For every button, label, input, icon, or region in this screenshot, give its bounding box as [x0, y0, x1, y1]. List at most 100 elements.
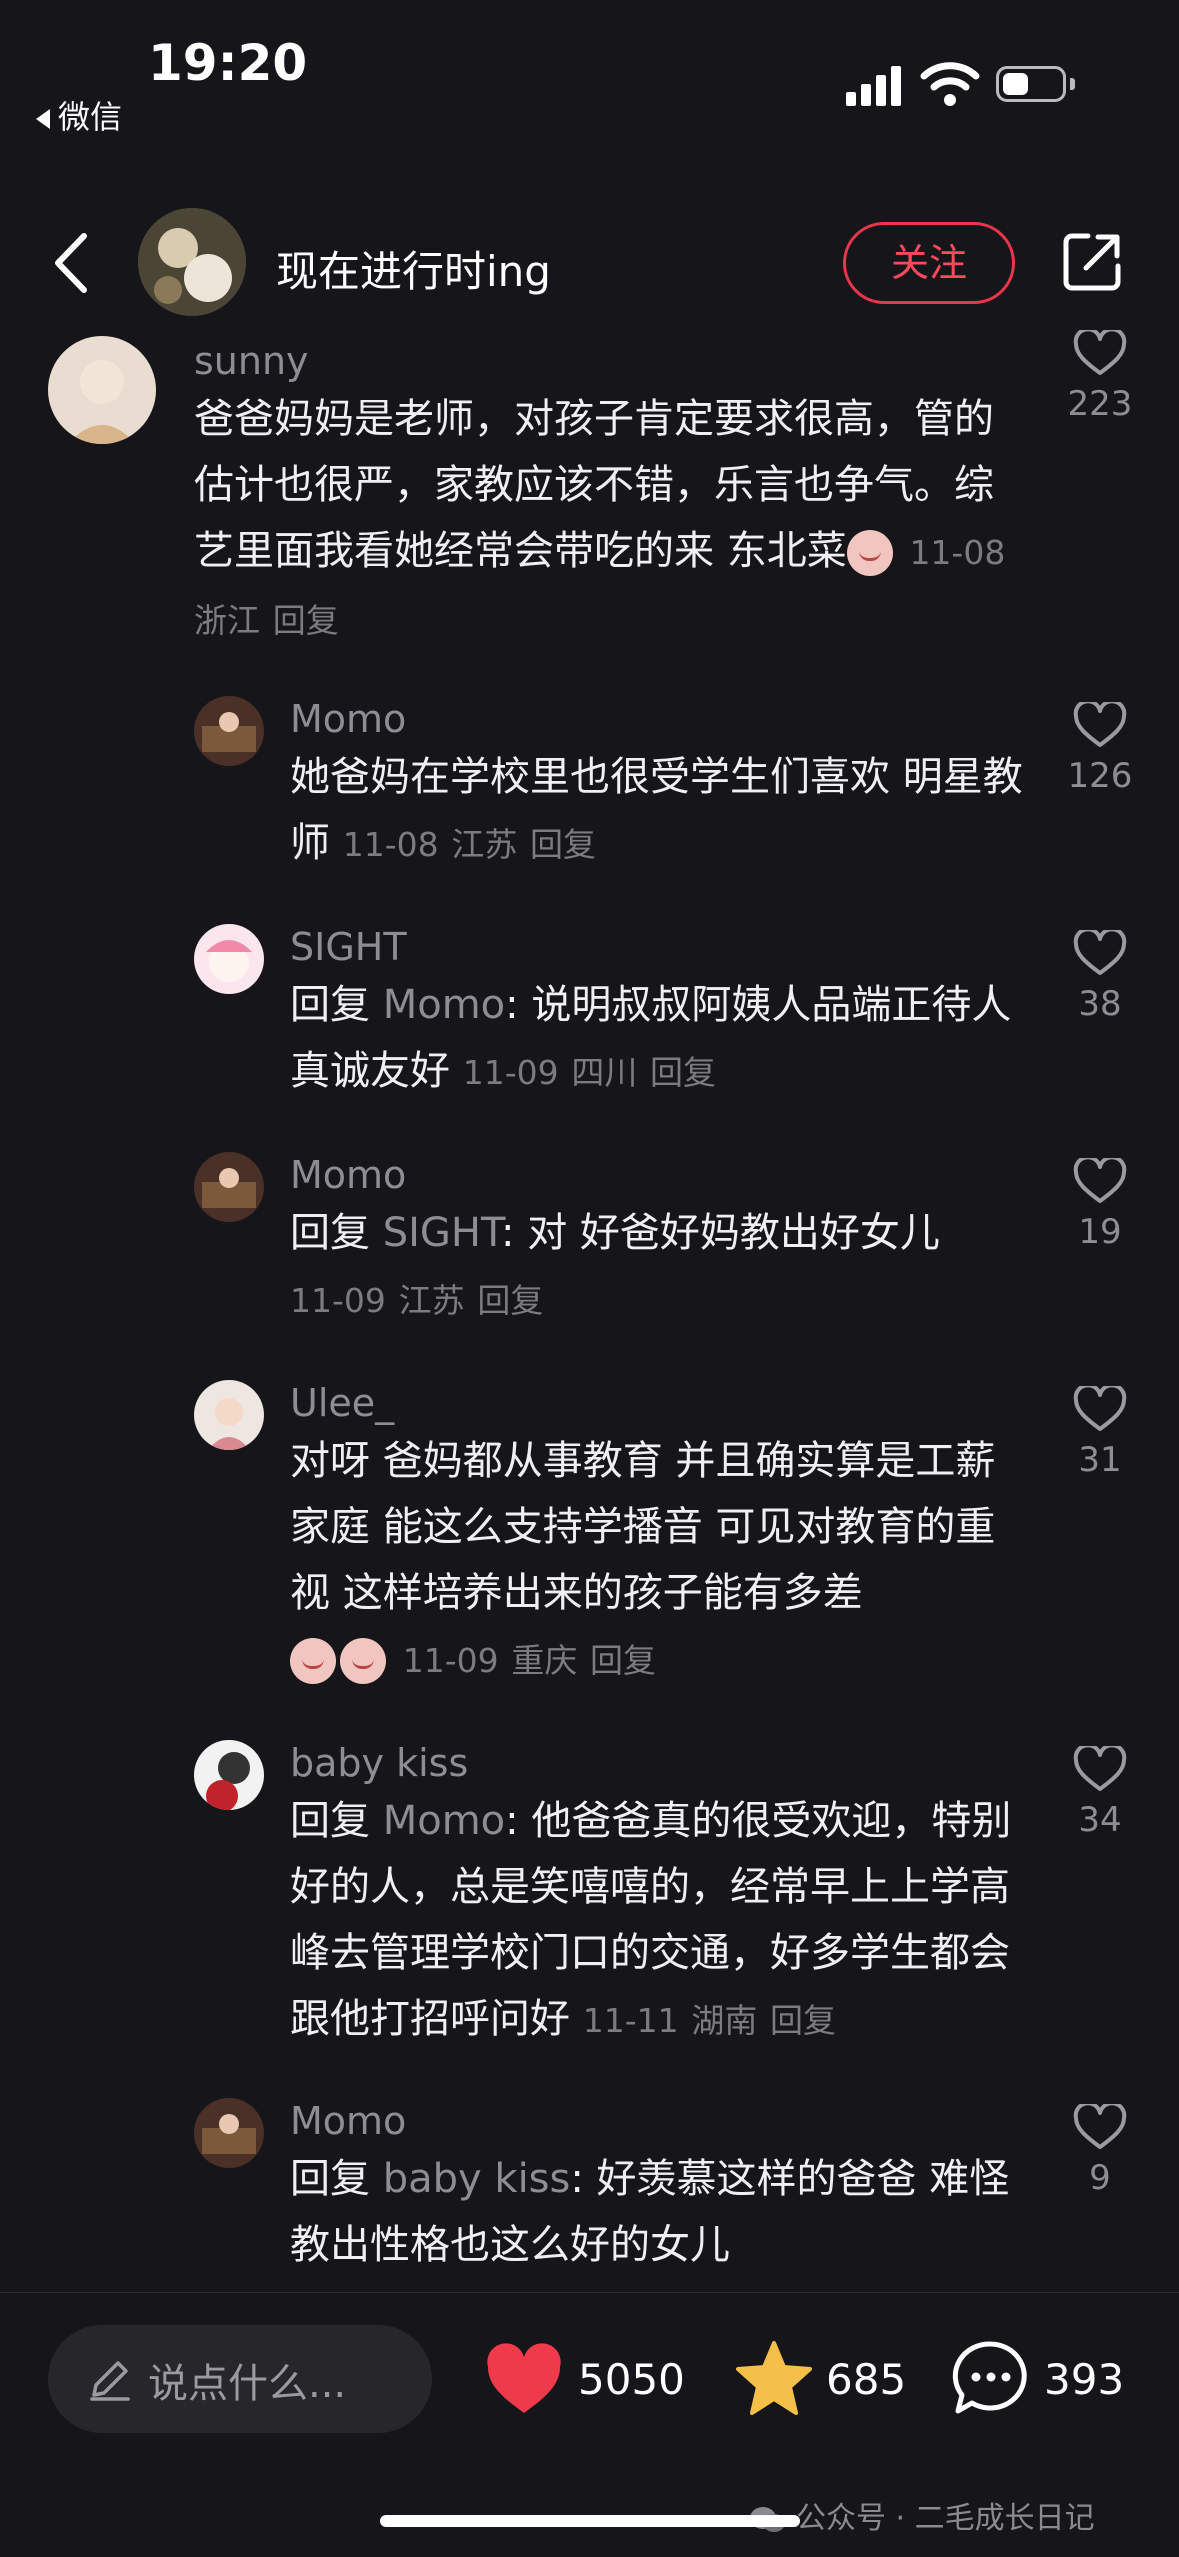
reply-link[interactable]: 回复	[650, 1053, 716, 1092]
comment-location: 江苏	[451, 825, 518, 864]
avatar-image	[194, 2098, 264, 2168]
battery-level	[1003, 73, 1028, 95]
like-post-button[interactable]: 5050	[484, 2331, 704, 2427]
back-app-label: 微信	[58, 98, 123, 136]
comment-username[interactable]: Ulee_	[290, 1378, 1030, 1428]
reply-link[interactable]: 回复	[477, 1281, 543, 1320]
avatar-image	[194, 696, 264, 766]
comment-input[interactable]: 说点什么...	[48, 2325, 432, 2433]
like-button[interactable]: 31	[1060, 1383, 1140, 1480]
comment-body: Momo 回复 SIGHT: 对 好爸好妈教出好女儿 11-09 江苏 回复	[290, 1150, 1030, 1334]
comment-username[interactable]: Momo	[290, 2096, 1030, 2146]
status-time: 19:20	[148, 34, 308, 92]
like-count: 9	[1089, 2158, 1111, 2198]
reply-link[interactable]: 回复	[590, 1641, 656, 1680]
wifi-icon	[920, 62, 980, 106]
comment-date: 11-09	[462, 1053, 559, 1092]
commenter-avatar[interactable]	[194, 924, 264, 994]
home-indicator[interactable]	[380, 2515, 800, 2527]
comment-username[interactable]: baby kiss	[290, 1738, 1030, 1788]
star-filled-icon	[736, 2341, 812, 2415]
favorite-button[interactable]: 685	[734, 2331, 914, 2427]
battery-nub	[1070, 78, 1075, 90]
emoji-icon	[846, 530, 893, 576]
comment-body: sunny 爸爸妈妈是老师，对孩子肯定要求很高，管的估计也很严，家教应该不错，乐…	[194, 336, 1014, 654]
comment-text: 回复 Momo: 他爸爸真的很受欢迎，特别好的人，总是笑嘻嘻的，经常早上上学高峰…	[290, 1788, 1030, 2054]
like-count: 223	[1067, 384, 1133, 424]
comment-body: Momo 回复 baby kiss: 好羡慕这样的爸爸 难怪教出性格也这么好的女…	[290, 2096, 1030, 2278]
cellular-signal-icon	[846, 62, 906, 106]
comment-date: 11-08	[342, 825, 439, 864]
commenter-avatar[interactable]	[194, 1740, 264, 1810]
comment-location: 四川	[571, 1053, 638, 1092]
commenter-avatar[interactable]	[194, 696, 264, 766]
follow-button[interactable]: 关注	[843, 222, 1015, 304]
comment-text: 她爸妈在学校里也很受学生们喜欢 明星教师 11-08 江苏 回复	[290, 744, 1030, 878]
crying-emoji-icon	[340, 1638, 386, 1684]
reply-link[interactable]: 回复	[530, 825, 596, 864]
comment-username[interactable]: Momo	[290, 694, 1030, 744]
like-count: 19	[1078, 1212, 1122, 1252]
avatar-image	[194, 924, 264, 994]
comment-username[interactable]: sunny	[194, 336, 1014, 386]
comment-location: 江苏	[398, 1281, 465, 1320]
comment-date: 11-11	[582, 2001, 679, 2040]
like-button[interactable]: 38	[1060, 927, 1140, 1024]
reply-to-username[interactable]: Momo	[383, 1798, 505, 1844]
like-button[interactable]: 19	[1060, 1155, 1140, 1252]
comment-username[interactable]: SIGHT	[290, 922, 1030, 972]
comment-location: 重庆	[511, 1641, 578, 1680]
author-avatar[interactable]	[138, 208, 246, 316]
reply-prefix: 回复	[290, 1798, 383, 1844]
commenter-avatar[interactable]	[194, 2098, 264, 2168]
comment-bubble-icon	[952, 2341, 1027, 2414]
reply-to-username[interactable]: Momo	[383, 982, 505, 1028]
comment-text: 对呀 爸妈都从事教育 并且确实算是工薪家庭 能这么支持学播音 可见对教育的重视 …	[290, 1428, 1030, 1694]
like-count: 38	[1078, 984, 1122, 1024]
like-count: 126	[1067, 756, 1133, 796]
like-button[interactable]: 223	[1060, 327, 1140, 424]
reply-link[interactable]: 回复	[273, 601, 339, 640]
post-like-count: 5050	[578, 2355, 685, 2404]
heart-outline-icon	[1073, 2101, 1127, 2149]
avatar-image	[194, 1152, 264, 1222]
commenter-avatar[interactable]	[194, 1380, 264, 1450]
commenter-avatar[interactable]	[48, 336, 156, 444]
like-count: 34	[1078, 1800, 1122, 1840]
favorite-count: 685	[826, 2355, 907, 2404]
like-button[interactable]: 34	[1060, 1743, 1140, 1840]
commenter-avatar[interactable]	[194, 1152, 264, 1222]
comment-body: Ulee_ 对呀 爸妈都从事教育 并且确实算是工薪家庭 能这么支持学播音 可见对…	[290, 1378, 1030, 1694]
back-to-app-link[interactable]: 微信	[36, 92, 122, 138]
avatar-image	[194, 1740, 264, 1810]
pencil-icon	[90, 2361, 130, 2401]
comment-input-placeholder: 说点什么...	[148, 2361, 347, 2407]
back-arrow-icon[interactable]	[44, 228, 104, 298]
reply-link[interactable]: 回复	[770, 2001, 836, 2040]
like-button[interactable]: 9	[1060, 2101, 1140, 2198]
heart-outline-icon	[1073, 927, 1127, 975]
comments-button[interactable]: 393	[952, 2331, 1132, 2427]
author-name[interactable]: 现在进行时ing	[276, 238, 551, 299]
author-avatar-image	[138, 208, 246, 316]
share-icon[interactable]	[1060, 230, 1124, 294]
reply-prefix: 回复	[290, 1210, 383, 1256]
comment-count: 393	[1044, 2355, 1125, 2404]
heart-outline-icon	[1073, 1383, 1127, 1431]
reply-to-username[interactable]: SIGHT	[383, 1210, 501, 1256]
comment-username[interactable]: Momo	[290, 1150, 1030, 1200]
comment-date: 11-09	[402, 1641, 499, 1680]
comment-content: : 对 好爸好妈教出好女儿	[501, 1210, 940, 1256]
heart-outline-icon	[1073, 699, 1127, 747]
like-button[interactable]: 126	[1060, 699, 1140, 796]
crying-emoji-icon	[290, 1638, 336, 1684]
avatar-image	[48, 336, 156, 444]
comment-location: 湖南	[691, 2001, 758, 2040]
comment-body: baby kiss 回复 Momo: 他爸爸真的很受欢迎，特别好的人，总是笑嘻嘻…	[290, 1738, 1030, 2054]
reply-prefix: 回复	[290, 2156, 383, 2202]
comment-body: Momo 她爸妈在学校里也很受学生们喜欢 明星教师 11-08 江苏 回复	[290, 694, 1030, 878]
comment-text: 回复 Momo: 说明叔叔阿姨人品端正待人真诚友好 11-09 四川 回复	[290, 972, 1030, 1106]
reply-to-username[interactable]: baby kiss	[383, 2156, 571, 2202]
watermark: 公众号 · 二毛成长日记	[748, 2493, 1095, 2537]
avatar-image	[194, 1380, 264, 1450]
